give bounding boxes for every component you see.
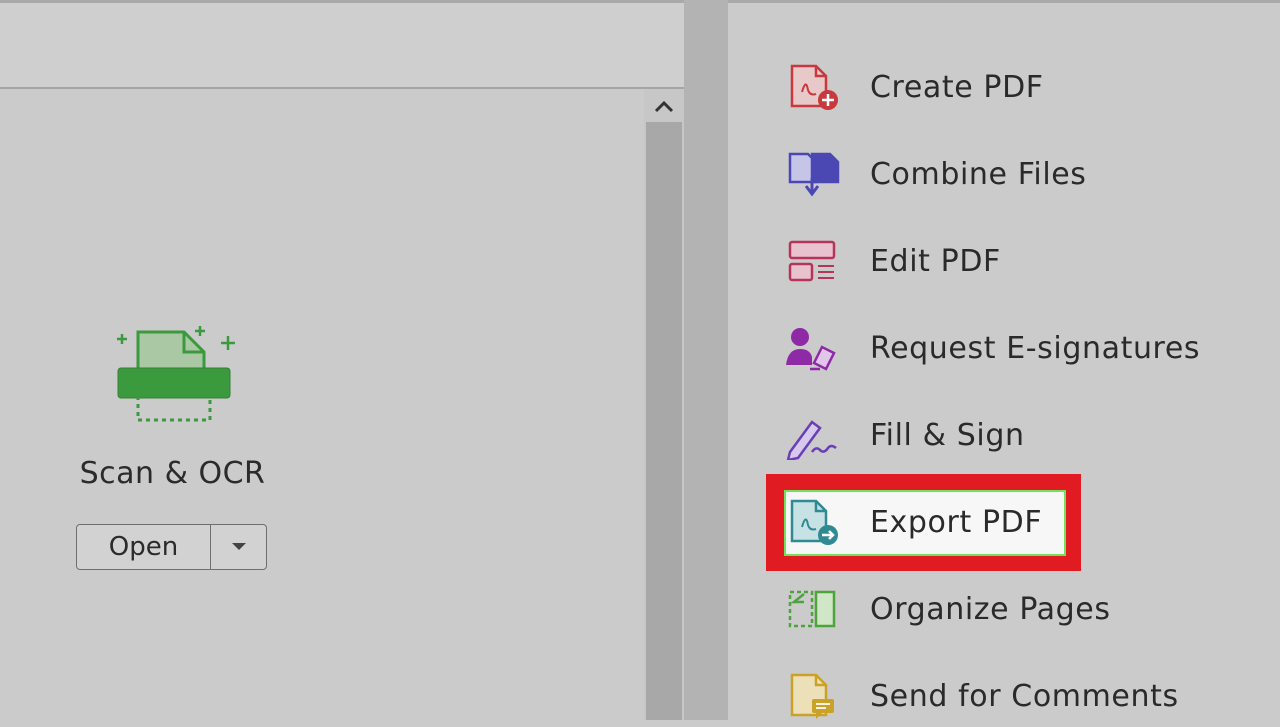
header-divider xyxy=(0,87,684,89)
tool-combine-files[interactable]: Combine Files xyxy=(782,143,1252,205)
tool-label: Combine Files xyxy=(870,156,1087,192)
tool-request-esignatures[interactable]: Request E-signatures xyxy=(782,317,1252,379)
edit-pdf-icon xyxy=(782,231,850,291)
scroll-up-icon[interactable] xyxy=(650,95,678,119)
request-esignatures-icon xyxy=(782,318,850,378)
organize-pages-icon xyxy=(782,579,850,639)
tool-edit-pdf[interactable]: Edit PDF xyxy=(782,230,1252,292)
scanner-icon xyxy=(110,322,240,428)
tool-fill-sign[interactable]: Fill & Sign xyxy=(782,404,1252,466)
open-button[interactable]: Open xyxy=(77,525,211,569)
tool-label: Export PDF xyxy=(870,504,1043,540)
tool-send-for-comments[interactable]: Send for Comments xyxy=(782,665,1252,727)
tool-label: Edit PDF xyxy=(870,243,1001,279)
panel-divider xyxy=(684,0,728,720)
open-dropdown-button[interactable] xyxy=(211,525,266,569)
open-split-button[interactable]: Open xyxy=(76,524,267,570)
left-panel-header xyxy=(0,3,684,87)
tool-label: Organize Pages xyxy=(870,591,1111,627)
export-pdf-icon xyxy=(782,492,850,552)
tool-organize-pages[interactable]: Organize Pages xyxy=(782,578,1252,640)
tool-export-pdf[interactable]: Export PDF xyxy=(782,491,1252,553)
tool-label: Fill & Sign xyxy=(870,417,1025,453)
combine-files-icon xyxy=(782,144,850,204)
fill-sign-icon xyxy=(782,405,850,465)
scrollbar-thumb[interactable] xyxy=(646,122,682,720)
send-for-comments-icon xyxy=(782,666,850,726)
tool-label: Request E-signatures xyxy=(870,330,1201,366)
scan-ocr-label: Scan & OCR xyxy=(79,456,266,491)
tool-label: Send for Comments xyxy=(870,678,1179,714)
chevron-down-icon xyxy=(231,543,246,550)
create-pdf-icon xyxy=(782,57,850,117)
tool-label: Create PDF xyxy=(870,69,1044,105)
tool-create-pdf[interactable]: Create PDF xyxy=(782,56,1252,118)
